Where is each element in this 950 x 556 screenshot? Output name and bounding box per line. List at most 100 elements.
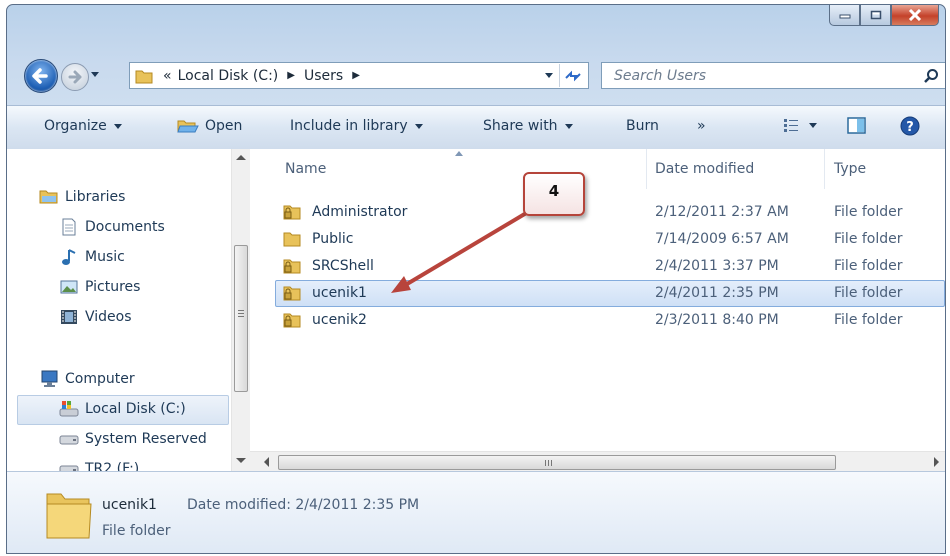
- back-button[interactable]: [24, 59, 58, 93]
- search-box[interactable]: [601, 62, 945, 89]
- locked-folder-icon: [283, 259, 301, 274]
- search-icon[interactable]: [923, 68, 939, 84]
- drive-icon: [59, 460, 79, 471]
- column-label: Date modified: [655, 161, 755, 177]
- column-header-name[interactable]: Name: [285, 149, 326, 189]
- nav-item-music[interactable]: Music: [59, 243, 125, 271]
- file-type: File folder: [834, 285, 903, 301]
- file-row-selected[interactable]: ucenik1 2/4/2011 2:35 PM File folder: [250, 280, 945, 307]
- file-type: File folder: [834, 258, 903, 274]
- file-list: Name Date modified Type Administrator 2/…: [250, 149, 945, 472]
- column-label: Name: [285, 161, 327, 177]
- breadcrumb-separator-icon[interactable]: ▶: [287, 70, 295, 81]
- refresh-button[interactable]: [559, 64, 586, 87]
- nav-item-documents[interactable]: Documents: [59, 213, 165, 241]
- folder-icon: [283, 232, 301, 247]
- close-button[interactable]: [891, 5, 939, 26]
- share-with-button[interactable]: Share with: [483, 118, 573, 134]
- help-icon: ?: [900, 116, 920, 136]
- refresh-icon: [565, 70, 581, 81]
- include-in-library-button[interactable]: Include in library: [290, 118, 423, 134]
- address-bar[interactable]: « Local Disk (C:) ▶ Users ▶: [129, 62, 589, 89]
- nav-pane-scrollbar[interactable]: [231, 149, 250, 471]
- open-label: Open: [205, 118, 243, 134]
- file-row[interactable]: SRCShell 2/4/2011 3:37 PM File folder: [250, 253, 945, 280]
- scroll-down-icon[interactable]: [236, 458, 246, 463]
- scroll-right-icon[interactable]: [934, 457, 939, 467]
- chevron-down-icon: [113, 123, 122, 129]
- nav-label: Local Disk (C:): [85, 401, 186, 417]
- chevron-down-icon: [564, 123, 573, 129]
- file-row[interactable]: Public 7/14/2009 6:57 AM File folder: [250, 226, 945, 253]
- file-type: File folder: [834, 231, 903, 247]
- nav-item-videos[interactable]: Videos: [59, 303, 132, 331]
- nav-item-local-disk[interactable]: Local Disk (C:): [59, 395, 186, 423]
- folder-icon: [135, 70, 153, 83]
- maximize-icon: [870, 10, 881, 20]
- horizontal-scrollbar[interactable]: [250, 451, 945, 472]
- nav-label: Music: [85, 249, 125, 265]
- more-commands-button[interactable]: »: [697, 118, 706, 134]
- column-header-type[interactable]: Type: [834, 149, 866, 189]
- file-row[interactable]: ucenik2 2/3/2011 8:40 PM File folder: [250, 307, 945, 334]
- documents-icon: [59, 218, 79, 236]
- help-button[interactable]: ?: [900, 116, 920, 136]
- preview-pane-button[interactable]: [847, 117, 867, 135]
- change-view-button[interactable]: [783, 118, 817, 132]
- step-callout: 4: [523, 172, 585, 216]
- scroll-up-icon[interactable]: [236, 155, 246, 160]
- column-header-date[interactable]: Date modified: [655, 149, 754, 189]
- nav-item-tr2[interactable]: TR2 (F:): [59, 455, 139, 471]
- file-date: 2/3/2011 8:40 PM: [655, 312, 779, 328]
- breadcrumb-separator-icon[interactable]: ▶: [352, 70, 360, 81]
- explorer-window: « Local Disk (C:) ▶ Users ▶ Organize Ope…: [6, 4, 946, 554]
- content-area: Libraries Documents Music Pictures Video…: [7, 149, 945, 472]
- search-input[interactable]: [612, 67, 906, 85]
- navigation-pane: Libraries Documents Music Pictures Video…: [7, 149, 232, 471]
- breadcrumb-overflow[interactable]: «: [163, 68, 172, 84]
- file-date: 2/4/2011 2:35 PM: [655, 285, 779, 301]
- maximize-button[interactable]: [860, 5, 891, 26]
- breadcrumb-local-disk[interactable]: Local Disk (C:): [178, 68, 279, 84]
- file-row[interactable]: Administrator 2/12/2011 2:37 AM File fol…: [250, 199, 945, 226]
- nav-label: Documents: [85, 219, 165, 235]
- nav-item-computer[interactable]: Computer: [39, 365, 135, 393]
- more-commands-label: »: [697, 118, 706, 134]
- nav-item-libraries[interactable]: Libraries: [39, 183, 125, 211]
- arrow-right-icon: [68, 70, 82, 84]
- column-divider[interactable]: [646, 149, 647, 189]
- file-date: 2/4/2011 3:37 PM: [655, 258, 779, 274]
- file-name: SRCShell: [312, 258, 374, 274]
- file-date: 2/12/2011 2:37 AM: [655, 204, 789, 220]
- nav-item-system-reserved[interactable]: System Reserved: [59, 425, 207, 453]
- nav-item-pictures[interactable]: Pictures: [59, 273, 140, 301]
- folder-large-icon: [46, 493, 92, 539]
- music-icon: [59, 248, 79, 266]
- sort-ascending-icon: [455, 151, 463, 156]
- scrollbar-thumb[interactable]: [234, 245, 248, 392]
- svg-text:?: ?: [906, 120, 914, 135]
- forward-button[interactable]: [61, 63, 89, 91]
- organize-button[interactable]: Organize: [44, 118, 122, 134]
- scroll-left-icon[interactable]: [264, 457, 269, 467]
- column-divider[interactable]: [824, 149, 825, 189]
- command-bar: Organize Open Include in library Share w…: [7, 105, 945, 150]
- step-number: 4: [548, 182, 560, 200]
- minimize-button[interactable]: [829, 5, 860, 26]
- window-controls: [829, 5, 939, 26]
- chevron-down-icon: [809, 122, 817, 128]
- preview-pane-icon: [847, 117, 866, 134]
- address-dropdown-icon[interactable]: [544, 71, 554, 79]
- file-name: ucenik2: [312, 312, 367, 328]
- view-details-icon: [784, 119, 798, 132]
- breadcrumb-users[interactable]: Users: [304, 68, 343, 84]
- scrollbar-thumb[interactable]: [278, 455, 836, 470]
- nav-label: Computer: [65, 371, 135, 387]
- details-date-modified: Date modified: 2/4/2011 2:35 PM: [187, 497, 420, 513]
- nav-label: Pictures: [85, 279, 141, 295]
- file-name: ucenik1: [312, 285, 367, 301]
- nav-label: TR2 (F:): [85, 461, 140, 471]
- recent-pages-dropdown-icon[interactable]: [90, 69, 100, 79]
- burn-button[interactable]: Burn: [626, 118, 659, 134]
- open-button[interactable]: Open: [177, 118, 242, 134]
